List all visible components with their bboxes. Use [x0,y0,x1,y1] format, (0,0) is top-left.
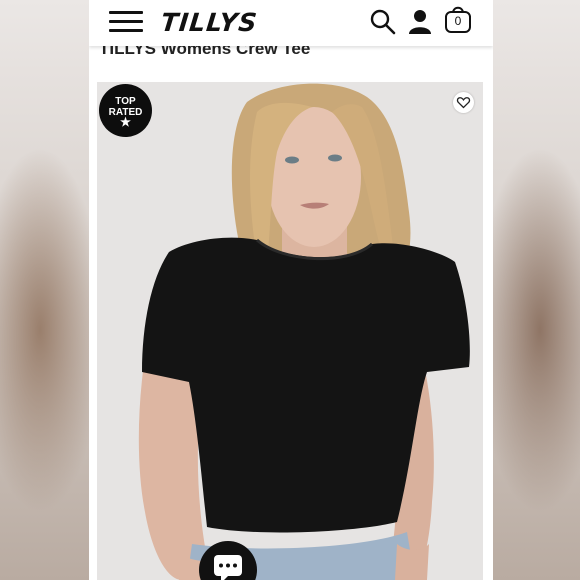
hamburger-menu-icon[interactable] [109,11,143,33]
chat-button[interactable] [199,541,257,580]
star-icon: ★ [120,115,131,129]
cart-count: 0 [454,14,462,28]
badge-line1: TOP [115,96,136,107]
chat-bubble-icon [214,555,242,580]
mobile-page: TILLYS 0 TILLYS Womens Crew Tee TOP RATE… [89,0,493,580]
search-icon[interactable] [369,8,397,36]
top-navigation-bar: TILLYS 0 [89,0,493,46]
user-icon[interactable] [406,8,434,36]
heart-icon [456,97,471,109]
favorite-button[interactable] [453,92,474,113]
brand-logo[interactable]: TILLYS [159,5,259,41]
product-photo[interactable] [97,82,483,580]
model-image [97,82,483,580]
shopping-bag-icon[interactable]: 0 [444,4,472,34]
top-rated-badge: TOP RATED ★ [99,84,152,137]
